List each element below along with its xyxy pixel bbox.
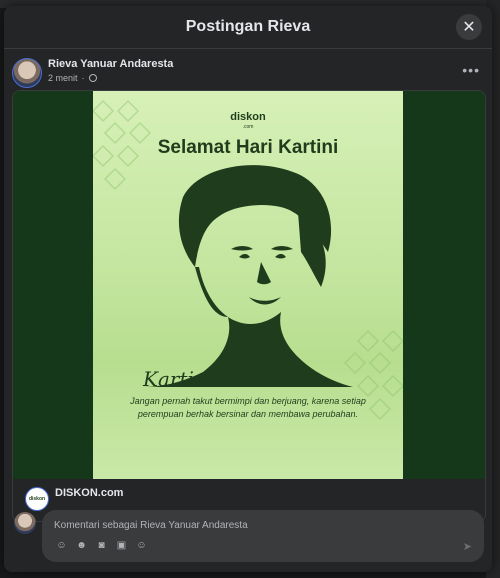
emoji-icon[interactable]: ☻ bbox=[76, 540, 87, 551]
close-icon: ✕ bbox=[462, 19, 476, 36]
author-name[interactable]: Rieva Yanuar Andaresta bbox=[48, 58, 173, 70]
sticker-icon[interactable]: ☺ bbox=[56, 540, 67, 551]
modal-header: Postingan Rieva ✕ bbox=[4, 6, 492, 49]
more-options-button[interactable]: ••• bbox=[462, 62, 480, 78]
globe-icon[interactable] bbox=[88, 74, 97, 82]
send-icon: ➤ bbox=[462, 541, 472, 553]
post-time[interactable]: 2 menit bbox=[48, 73, 78, 83]
modal-title: Postingan Rieva bbox=[185, 18, 311, 35]
comment-tools: ☺ ☻ ◙ ▣ ☺ bbox=[56, 540, 147, 551]
close-button[interactable]: ✕ bbox=[456, 14, 482, 40]
signature: Kartini bbox=[143, 367, 214, 391]
shared-post-card[interactable]: diskon .com Selamat Hari Kartini Kartini… bbox=[12, 90, 486, 522]
quote-text: Jangan pernah takut bermimpi dan berjuan… bbox=[130, 396, 366, 419]
gif-icon[interactable]: ▣ bbox=[116, 540, 127, 551]
kartini-portrait bbox=[143, 165, 353, 387]
comment-composer: ☺ ☻ ◙ ▣ ☺ ➤ bbox=[12, 508, 484, 564]
author-avatar[interactable] bbox=[12, 58, 42, 88]
current-user-avatar[interactable] bbox=[14, 512, 36, 534]
post-image[interactable]: diskon .com Selamat Hari Kartini Kartini… bbox=[13, 91, 485, 479]
camera-icon[interactable]: ◙ bbox=[96, 540, 107, 551]
comment-input[interactable] bbox=[52, 516, 456, 534]
brand-sub: .com bbox=[242, 124, 254, 130]
comment-box[interactable]: ☺ ☻ ◙ ▣ ☺ ➤ bbox=[42, 510, 484, 562]
avatar-sticker-icon[interactable]: ☺ bbox=[136, 540, 147, 551]
post-header: Rieva Yanuar Andaresta 2 menit · ••• bbox=[12, 56, 482, 90]
post-modal: Postingan Rieva ✕ Rieva Yanuar Andaresta… bbox=[4, 6, 492, 572]
page-name[interactable]: DISKON.com bbox=[55, 487, 123, 499]
page-avatar-brand: diskon bbox=[28, 496, 46, 502]
poster-title: Selamat Hari Kartini bbox=[157, 137, 339, 158]
kartini-poster: diskon .com Selamat Hari Kartini Kartini… bbox=[93, 91, 403, 479]
brand-logo: diskon bbox=[93, 111, 403, 123]
brand-text: diskon bbox=[230, 111, 266, 123]
more-options-icon: ••• bbox=[462, 62, 480, 78]
post-meta: 2 menit · bbox=[48, 73, 97, 83]
send-button[interactable]: ➤ bbox=[463, 540, 472, 553]
